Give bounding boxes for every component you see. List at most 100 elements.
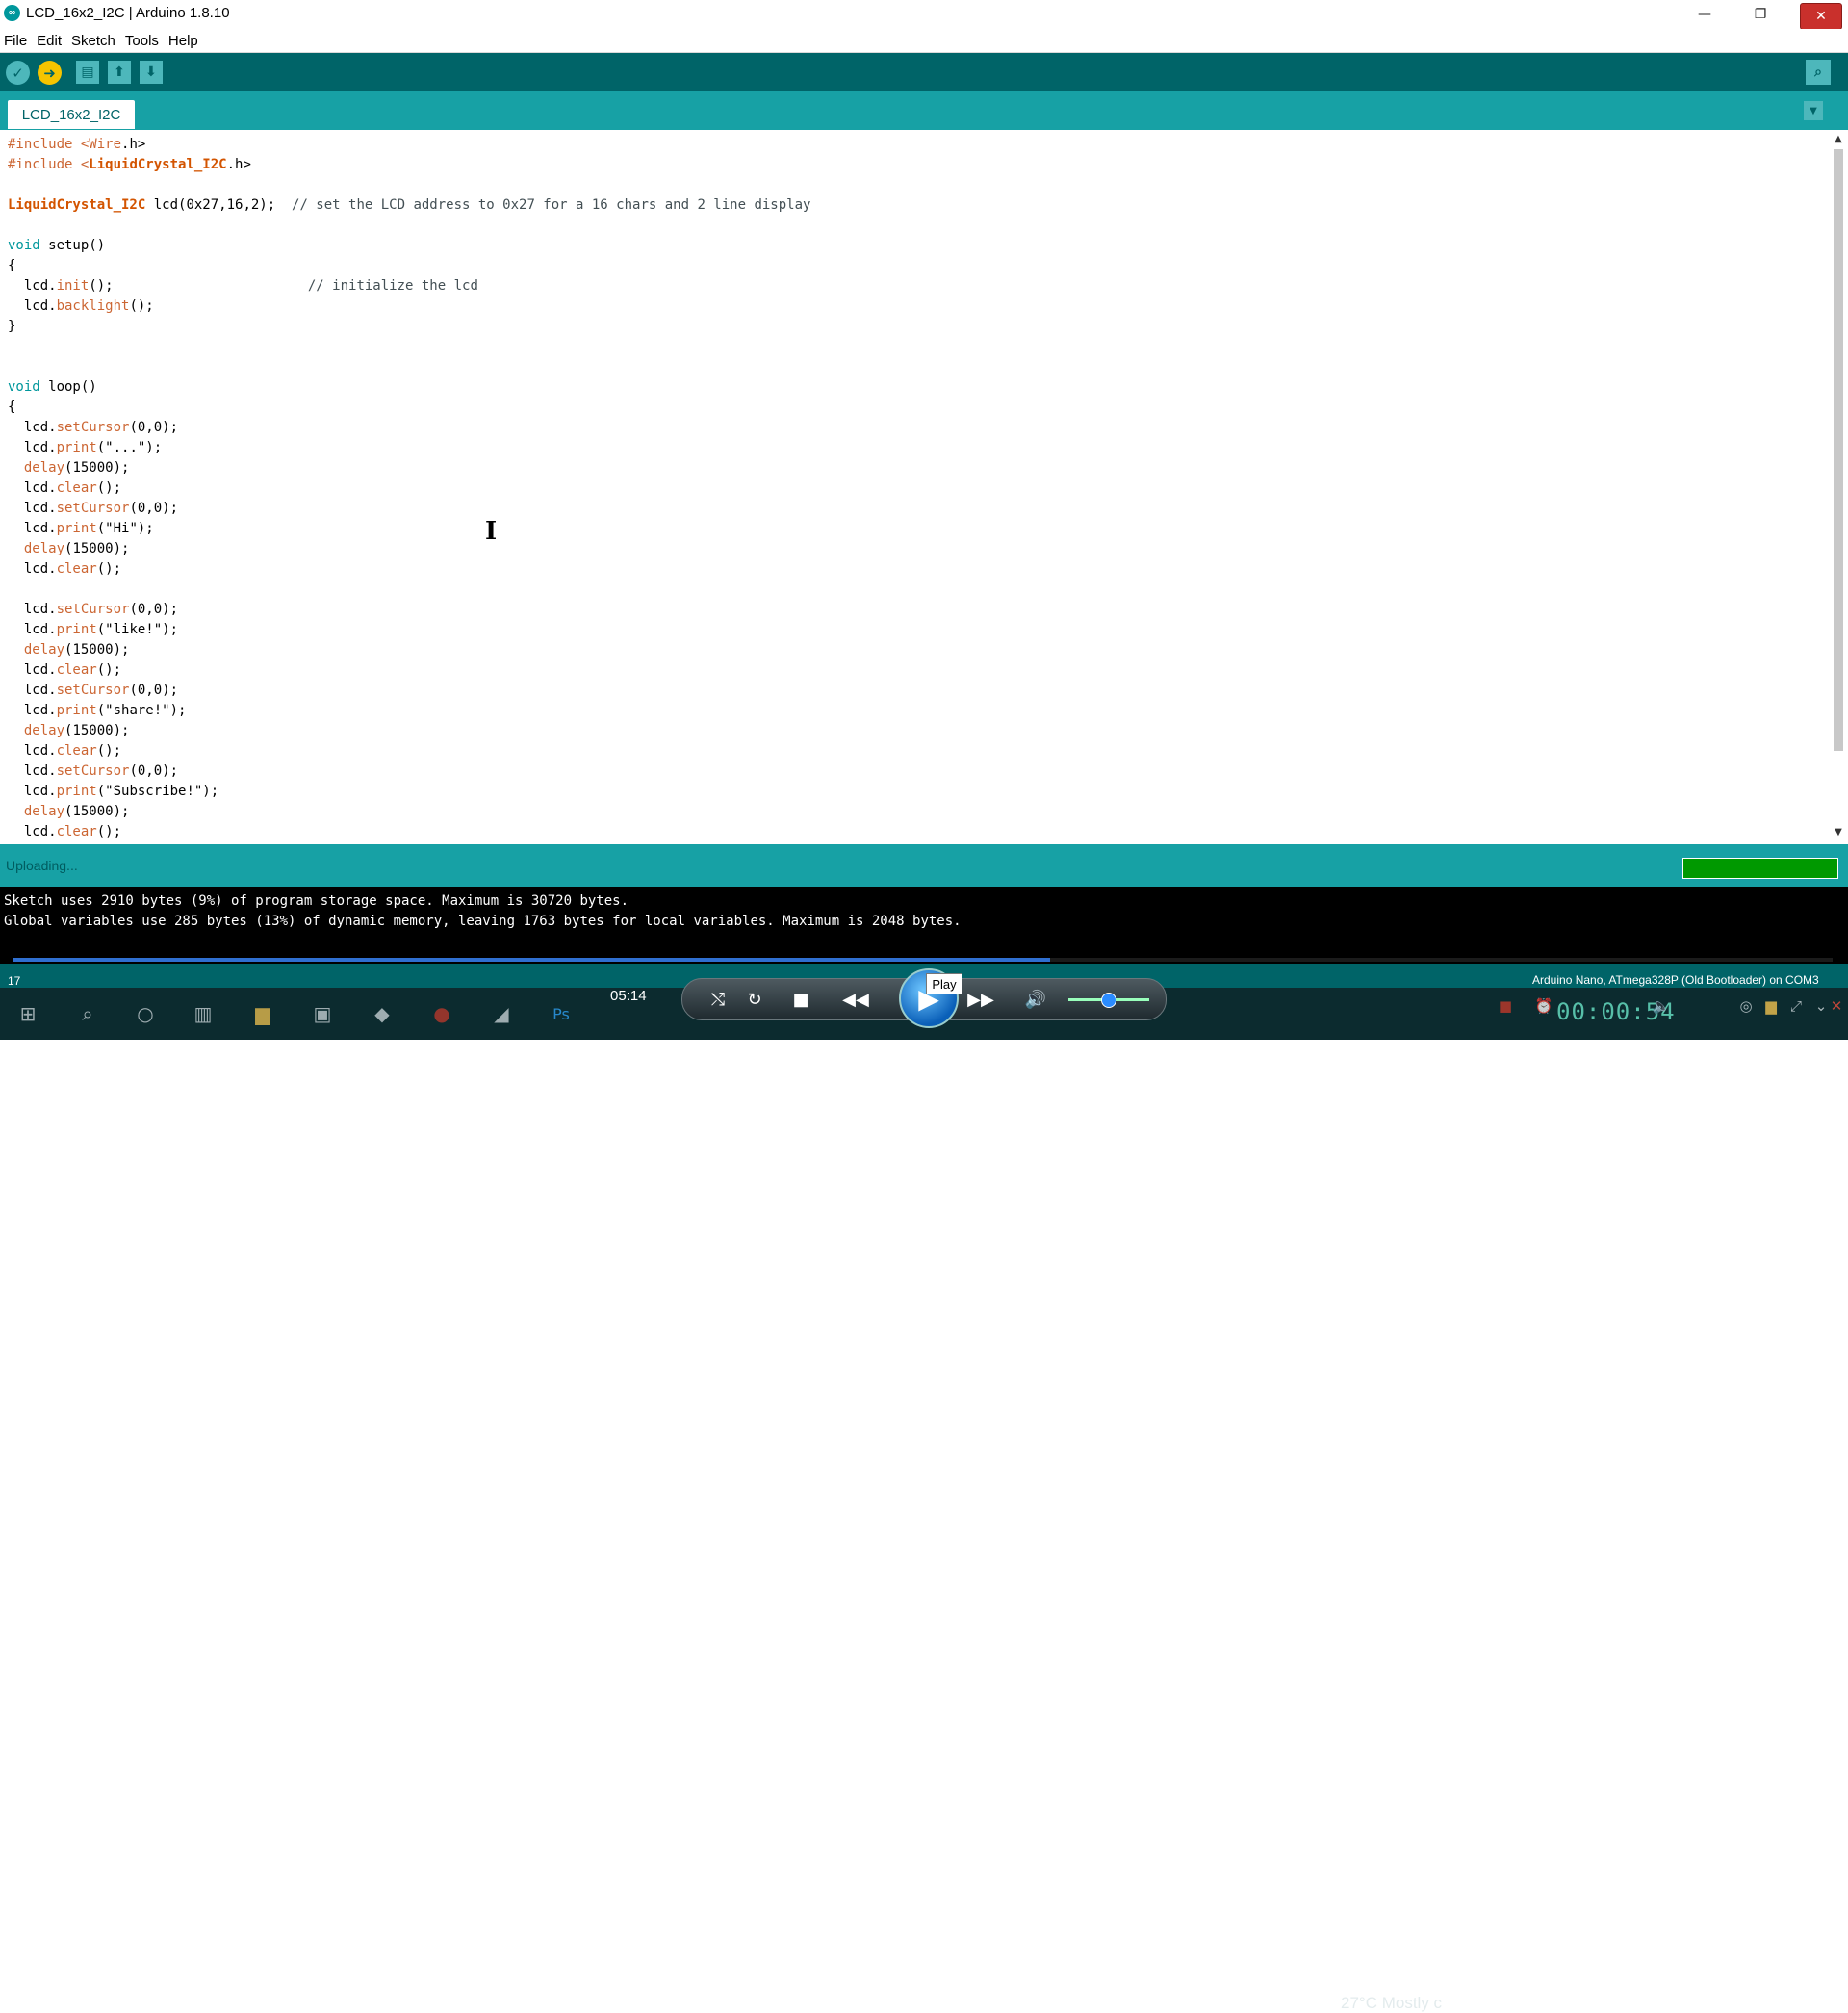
scroll-down-icon[interactable]: ▼: [1833, 827, 1844, 839]
alarm-icon[interactable]: ⏰: [1534, 996, 1553, 1016]
code-token: #include <: [8, 157, 90, 172]
stop-icon[interactable]: ■: [788, 987, 813, 1012]
serial-monitor-button[interactable]: ⌕: [1806, 60, 1831, 85]
minimize-button[interactable]: —: [1682, 0, 1727, 29]
code-token: lcd.: [8, 743, 57, 759]
next-icon[interactable]: ▶▶: [962, 987, 1000, 1012]
code-line: lcd.setCursor(0,0);: [8, 499, 178, 519]
volume-slider-knob[interactable]: [1101, 993, 1116, 1008]
code-token: ("share!");: [96, 703, 187, 718]
console-output[interactable]: Sketch uses 2910 bytes (9%) of program s…: [0, 887, 1848, 964]
shuffle-icon[interactable]: ⤭: [706, 987, 731, 1012]
task-view-icon[interactable]: ▥: [191, 1001, 216, 1026]
code-token: void: [8, 379, 40, 395]
menu-tools[interactable]: Tools: [125, 33, 159, 49]
close-icon[interactable]: ✕: [1827, 996, 1846, 1016]
console-line: Global variables use 285 bytes (13%) of …: [4, 914, 962, 929]
folder-icon[interactable]: ▆: [1761, 996, 1781, 1016]
code-token: (0,0);: [129, 501, 179, 516]
code-token: (15000);: [64, 723, 130, 738]
code-token: lcd.: [8, 683, 57, 698]
menu-sketch[interactable]: Sketch: [71, 33, 116, 49]
code-token: lcd.: [8, 602, 57, 617]
code-line: lcd.setCursor(0,0);: [8, 418, 178, 438]
tab-bar: LCD_16x2_I2C ▼: [0, 91, 1848, 130]
code-comment: // initialize the lcd: [307, 278, 478, 294]
code-token: ("Subscribe!");: [96, 784, 219, 799]
new-file-icon: ▤: [81, 65, 94, 80]
code-token: delay: [23, 460, 65, 476]
tab-lcd-16x2-i2c[interactable]: LCD_16x2_I2C: [8, 100, 135, 129]
code-token: ();: [89, 278, 308, 294]
code-line: lcd.init(); // initialize the lcd: [8, 276, 478, 297]
window-title: LCD_16x2_I2C | Arduino 1.8.10: [26, 5, 230, 21]
scrollbar-thumb[interactable]: [1834, 149, 1843, 751]
code-token: lcd.: [8, 824, 57, 839]
cortana-icon[interactable]: ○: [133, 1001, 158, 1026]
code-token: (15000);: [64, 460, 130, 476]
status-message: Uploading...: [6, 858, 78, 873]
verify-button[interactable]: ✓: [6, 61, 30, 85]
network-icon[interactable]: ◎: [1736, 996, 1756, 1016]
code-line: lcd.setCursor(0,0);: [8, 761, 178, 782]
volume-icon[interactable]: 🔊: [1023, 987, 1048, 1012]
text-cursor-icon: I: [485, 517, 498, 546]
toolbar: ✓ ➜ ▤ ⬆ ⬇ ⌕: [0, 53, 1848, 91]
code-token: clear: [56, 480, 97, 496]
code-token: lcd.: [8, 480, 57, 496]
record-icon[interactable]: ■: [1496, 996, 1515, 1016]
store-icon[interactable]: ▣: [310, 1001, 335, 1026]
code-token: delay: [23, 541, 65, 556]
code-line: {: [8, 258, 16, 273]
app-icon[interactable]: ◢: [489, 1001, 514, 1026]
search-icon[interactable]: ⌕: [75, 1001, 100, 1026]
code-line: lcd.clear();: [8, 478, 121, 499]
console-scrollbar-thumb[interactable]: [13, 958, 1051, 962]
menu-edit[interactable]: Edit: [37, 33, 62, 49]
code-token: lcd.: [8, 561, 57, 577]
menu-help[interactable]: Help: [168, 33, 198, 49]
play-tooltip: Play: [926, 973, 962, 994]
photoshop-icon[interactable]: Ps: [549, 1001, 574, 1026]
weather-widget[interactable]: 27°C Mostly c: [1341, 1994, 1442, 2013]
code-line: lcd.print("like!");: [8, 620, 178, 640]
repeat-icon[interactable]: ↻: [742, 987, 767, 1012]
code-token: setCursor: [56, 602, 130, 617]
code-line: lcd.clear();: [8, 559, 121, 580]
console-scrollbar[interactable]: [13, 958, 1833, 962]
line-number: 17: [8, 974, 21, 988]
code-token: (15000);: [64, 541, 130, 556]
restore-button[interactable]: ❐: [1738, 0, 1783, 29]
code-token: setCursor: [56, 763, 130, 779]
close-button[interactable]: ✕: [1800, 3, 1842, 30]
code-token: lcd.: [8, 521, 57, 536]
code-line: lcd.print("share!");: [8, 701, 187, 721]
upload-button[interactable]: ➜: [38, 61, 62, 85]
app-icon[interactable]: ●: [429, 1001, 454, 1026]
app-icon[interactable]: ◆: [370, 1001, 395, 1026]
save-button[interactable]: ⬇: [140, 61, 163, 84]
code-token: ();: [96, 561, 122, 577]
editor-scrollbar[interactable]: ▲ ▼: [1829, 130, 1848, 844]
code-editor[interactable]: #include <Wire.h> #include <LiquidCrysta…: [0, 130, 1829, 844]
tab-menu-button[interactable]: ▼: [1804, 101, 1823, 120]
open-button[interactable]: ⬆: [108, 61, 131, 84]
upload-progress-bar: [1682, 858, 1838, 879]
menu-file[interactable]: File: [4, 33, 27, 49]
code-token: (0,0);: [129, 763, 179, 779]
previous-icon[interactable]: ◀◀: [836, 987, 875, 1012]
code-line: lcd.print("Subscribe!");: [8, 782, 218, 802]
resize-icon[interactable]: ⤢: [1786, 996, 1806, 1016]
speaker-icon[interactable]: 🔈: [1652, 996, 1671, 1016]
code-token: (15000);: [64, 642, 130, 658]
code-token: lcd.: [8, 420, 57, 435]
start-icon[interactable]: ⊞: [15, 1001, 40, 1026]
code-line: void setup(): [8, 236, 105, 256]
code-token: print: [56, 784, 97, 799]
new-button[interactable]: ▤: [76, 61, 99, 84]
scroll-up-icon[interactable]: ▲: [1833, 134, 1844, 145]
code-comment: // set the LCD address to 0x27 for a 16 …: [292, 197, 811, 213]
code-token: Wire: [89, 137, 122, 152]
file-explorer-icon[interactable]: ▆: [250, 1001, 275, 1026]
